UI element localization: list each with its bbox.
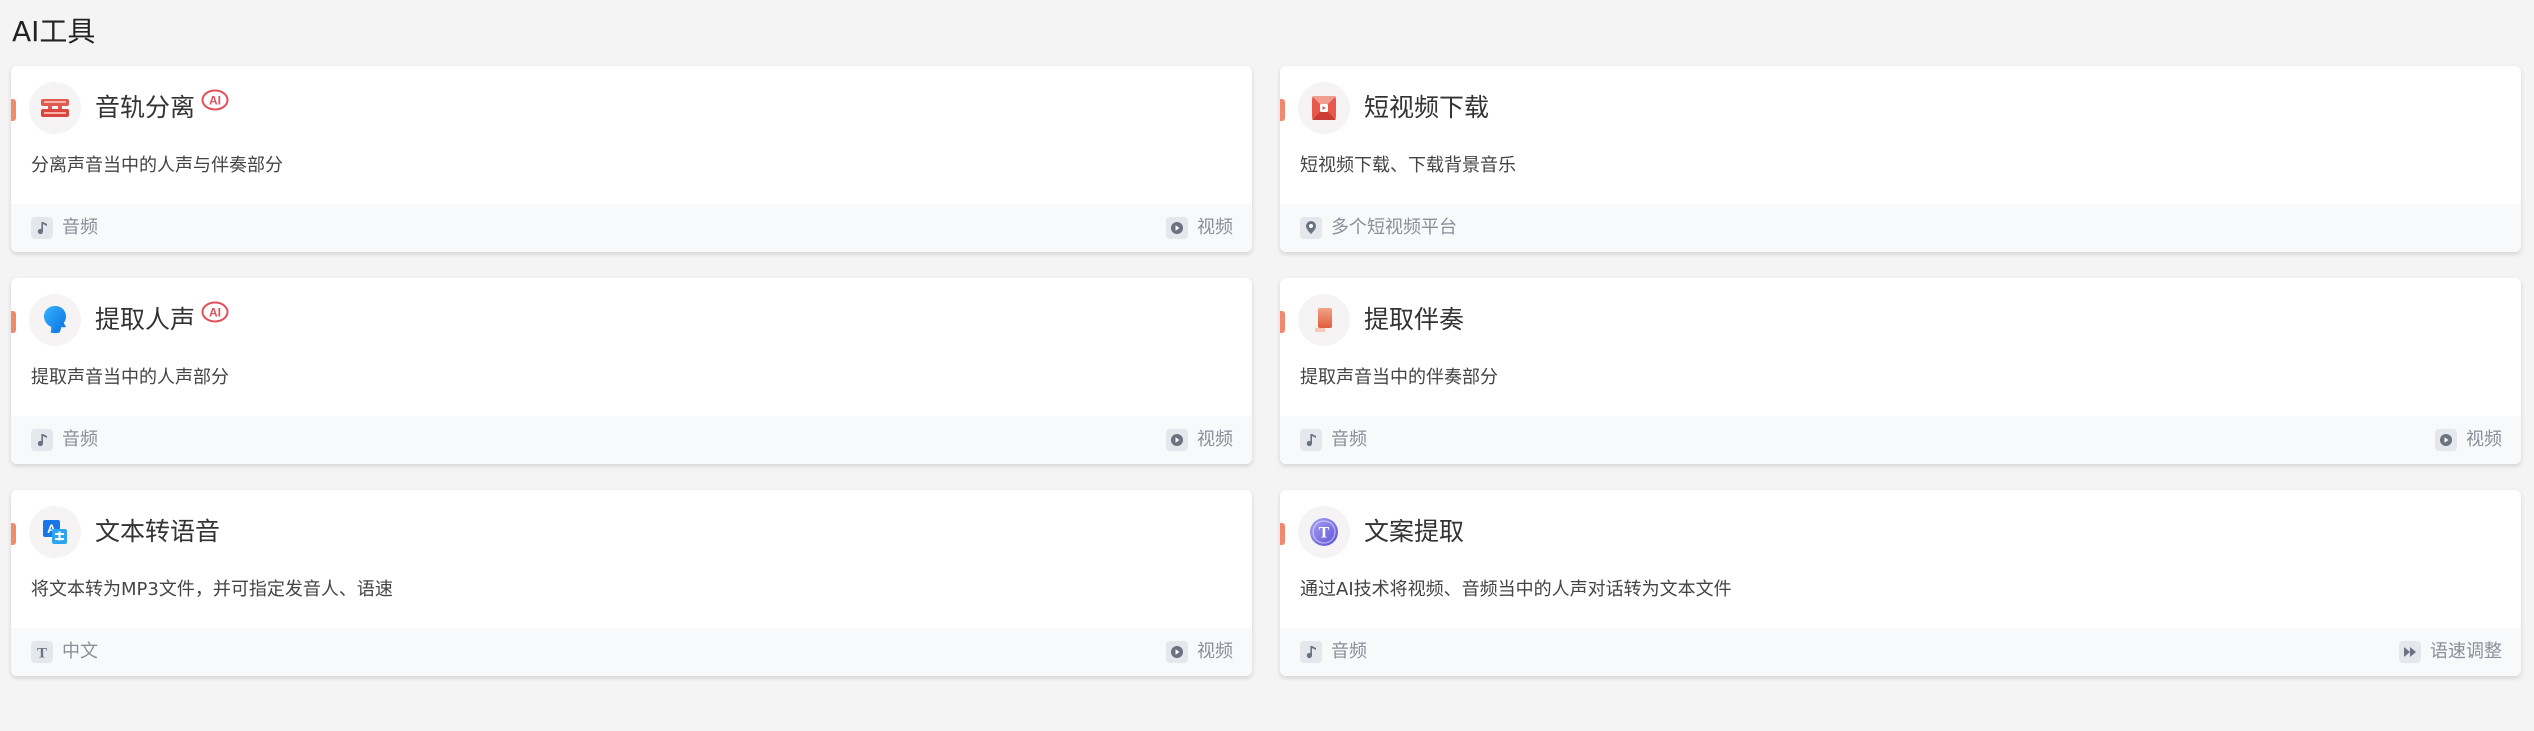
card-footer: 音频 视频: [11, 416, 1252, 464]
card-footer: 音频 视频: [1280, 416, 2521, 464]
card-header: 音轨分离 AI: [29, 82, 229, 134]
voice-head-icon: [29, 294, 81, 346]
tag-label: 音频: [62, 429, 98, 450]
svg-text:T: T: [1319, 525, 1330, 542]
card-title: 文案提取: [1364, 517, 1465, 546]
card-accent-bar: [1280, 99, 1285, 121]
tag-label: 音频: [1331, 429, 1367, 450]
fast-forward-icon: [2399, 641, 2421, 663]
tag-label: 视频: [1197, 217, 1233, 238]
tag-platforms: 多个短视频平台: [1300, 216, 1457, 240]
tag-label: 多个短视频平台: [1331, 217, 1457, 238]
tag-chinese: T 中文: [31, 640, 98, 664]
card-header: 提取人声 AI: [29, 294, 229, 346]
card-description: 提取声音当中的人声部分: [31, 367, 229, 388]
accompaniment-icon: [1298, 294, 1350, 346]
music-note-icon: [1300, 429, 1322, 451]
music-note-icon: [31, 217, 53, 239]
text-t-icon: T: [31, 641, 53, 663]
card-accent-bar: [11, 311, 16, 333]
card-header: 短视频下载: [1298, 82, 1489, 134]
text-extract-icon: T: [1298, 506, 1350, 558]
card-description: 通过AI技术将视频、音频当中的人声对话转为文本文件: [1300, 579, 1732, 600]
tag-audio: 音频: [31, 216, 98, 240]
music-note-icon: [1300, 641, 1322, 663]
tool-card-extract-accompaniment[interactable]: 提取伴奏 提取声音当中的伴奏部分 音频 视频: [1280, 278, 2521, 464]
card-footer: T 中文 视频: [11, 628, 1252, 676]
video-download-icon: [1298, 82, 1350, 134]
tag-video: 视频: [1166, 216, 1233, 240]
play-circle-icon: [2435, 429, 2457, 451]
track-split-icon: [29, 82, 81, 134]
card-description: 提取声音当中的伴奏部分: [1300, 367, 1498, 388]
text-translate-icon: A: [29, 506, 81, 558]
card-header: A 文本转语音: [29, 506, 220, 558]
card-header: T 文案提取: [1298, 506, 1464, 558]
tool-card-text-extract[interactable]: T 文案提取 通过AI技术将视频、音频当中的人声对话转为文本文件 音频 语速调整: [1280, 490, 2521, 676]
tag-audio: 音频: [31, 428, 98, 452]
card-accent-bar: [1280, 523, 1285, 545]
card-accent-bar: [11, 523, 16, 545]
tag-speed-adjust: 语速调整: [2399, 640, 2502, 664]
card-accent-bar: [1280, 311, 1285, 333]
tool-card-extract-voice[interactable]: 提取人声 AI 提取声音当中的人声部分 音频 视频: [11, 278, 1252, 464]
play-circle-icon: [1166, 429, 1188, 451]
tag-label: 视频: [1197, 641, 1233, 662]
card-footer: 多个短视频平台: [1280, 204, 2521, 252]
tool-grid: 音轨分离 AI 分离声音当中的人声与伴奏部分 音频 视频 短视频下载 短视频下载…: [11, 66, 2521, 676]
tool-card-video-download[interactable]: 短视频下载 短视频下载、下载背景音乐 多个短视频平台: [1280, 66, 2521, 252]
tag-video: 视频: [1166, 640, 1233, 664]
tag-label: 视频: [1197, 429, 1233, 450]
card-description: 分离声音当中的人声与伴奏部分: [31, 155, 283, 176]
card-header: 提取伴奏: [1298, 294, 1464, 346]
page-title: AI工具: [12, 15, 96, 48]
card-footer: 音频 视频: [11, 204, 1252, 252]
ai-badge-icon: AI: [201, 89, 229, 111]
music-note-icon: [31, 429, 53, 451]
tag-video: 视频: [2435, 428, 2502, 452]
tag-audio: 音频: [1300, 640, 1367, 664]
card-title: 提取人声: [95, 305, 196, 334]
card-description: 短视频下载、下载背景音乐: [1300, 155, 1516, 176]
tool-card-track-split[interactable]: 音轨分离 AI 分离声音当中的人声与伴奏部分 音频 视频: [11, 66, 1252, 252]
location-pin-icon: [1300, 217, 1322, 239]
tag-label: 语速调整: [2430, 641, 2502, 662]
tag-video: 视频: [1166, 428, 1233, 452]
play-circle-icon: [1166, 641, 1188, 663]
ai-badge-label: AI: [209, 306, 221, 320]
card-title: 音轨分离: [95, 93, 196, 122]
tool-card-text-to-speech[interactable]: A 文本转语音 将文本转为MP3文件，并可指定发音人、语速 T 中文 视频: [11, 490, 1252, 676]
tag-audio: 音频: [1300, 428, 1367, 452]
tag-label: 音频: [62, 217, 98, 238]
card-title: 文本转语音: [95, 517, 221, 546]
tag-label: 中文: [62, 641, 98, 662]
card-accent-bar: [11, 99, 16, 121]
tag-label: 音频: [1331, 641, 1367, 662]
card-description: 将文本转为MP3文件，并可指定发音人、语速: [31, 579, 393, 600]
card-title: 提取伴奏: [1364, 305, 1465, 334]
card-title: 短视频下载: [1364, 93, 1490, 122]
ai-badge-label: AI: [209, 94, 221, 108]
ai-badge-icon: AI: [201, 301, 229, 323]
tag-label: 视频: [2466, 429, 2502, 450]
play-circle-icon: [1166, 217, 1188, 239]
svg-text:T: T: [37, 646, 47, 662]
card-footer: 音频 语速调整: [1280, 628, 2521, 676]
